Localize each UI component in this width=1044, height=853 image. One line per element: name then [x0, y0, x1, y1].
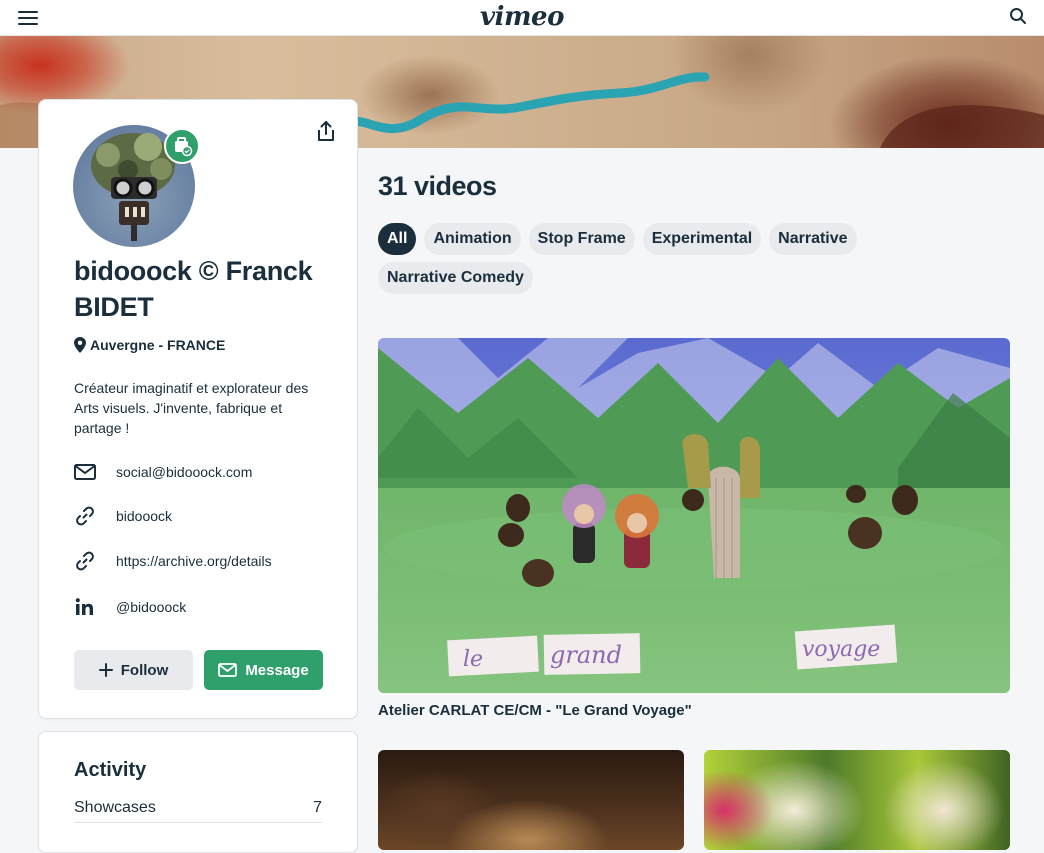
activity-row-showcases[interactable]: Showcases 7: [74, 794, 322, 823]
location-text: Auvergne - FRANCE: [90, 337, 226, 353]
linkedin-icon: [74, 596, 96, 618]
email-text: social@bidooock.com: [116, 464, 253, 480]
filter-chip-animation[interactable]: Animation: [424, 223, 521, 255]
link-icon: [74, 550, 96, 572]
video-thumbnail[interactable]: [704, 750, 1010, 850]
archive-text: https://archive.org/details: [116, 553, 272, 569]
featured-video-title[interactable]: Atelier CARLAT CE/CM - "Le Grand Voyage": [378, 702, 692, 719]
vimeo-logo[interactable]: vimeo: [0, 2, 1044, 32]
location-pin-icon: [74, 337, 86, 353]
activity-row-label: Showcases: [74, 799, 156, 816]
share-icon[interactable]: [315, 120, 337, 142]
archive-link[interactable]: https://archive.org/details: [74, 549, 272, 573]
filter-chip-narrative[interactable]: Narrative: [769, 223, 857, 255]
linkedin-link[interactable]: @bidooock: [74, 595, 186, 619]
sign-word-grand: grand: [550, 641, 622, 669]
profile-name: bidooock © Franck BIDET: [74, 256, 313, 322]
website-link[interactable]: bidooock: [74, 504, 172, 528]
message-label: Message: [245, 661, 309, 679]
email-link[interactable]: social@bidooock.com: [74, 460, 252, 484]
filter-chip-narrative-comedy[interactable]: Narrative Comedy: [378, 262, 533, 294]
mail-icon: [74, 461, 96, 483]
activity-row-count: 7: [313, 799, 322, 816]
videos-count-title: 31 videos: [378, 171, 497, 201]
follow-button[interactable]: Follow: [74, 650, 193, 690]
bio: Créateur imaginatif et explorateur des A…: [74, 380, 309, 436]
filter-chip-stop-frame[interactable]: Stop Frame: [528, 223, 635, 255]
link-icon: [74, 505, 96, 527]
sign-word-voyage: voyage: [802, 637, 880, 662]
filter-chips: All Animation Stop Frame Experimental Na…: [378, 223, 918, 294]
follow-label: Follow: [120, 661, 169, 679]
profile-card: bidooock © Franck BIDET Auvergne - FRANC…: [38, 99, 358, 719]
location: Auvergne - FRANCE: [74, 337, 225, 353]
activity-title: Activity: [74, 759, 147, 781]
message-button[interactable]: Message: [204, 650, 323, 690]
featured-video-image: le grand voyage: [378, 338, 1010, 693]
verified-badge-icon: [164, 128, 200, 164]
sign-word-le: le: [463, 647, 483, 672]
search-icon[interactable]: [1008, 6, 1028, 26]
mail-icon: [218, 663, 238, 677]
filter-chip-all[interactable]: All: [378, 223, 417, 255]
featured-video-thumbnail[interactable]: le grand voyage: [378, 338, 1010, 693]
video-thumbnail[interactable]: [378, 750, 684, 850]
activity-card: Activity Showcases 7: [38, 731, 358, 853]
top-bar: vimeo: [0, 0, 1044, 36]
plus-icon: [98, 663, 113, 677]
filter-chip-experimental[interactable]: Experimental: [642, 223, 762, 255]
website-text: bidooock: [116, 508, 173, 524]
linkedin-text: @bidooock: [116, 599, 187, 615]
